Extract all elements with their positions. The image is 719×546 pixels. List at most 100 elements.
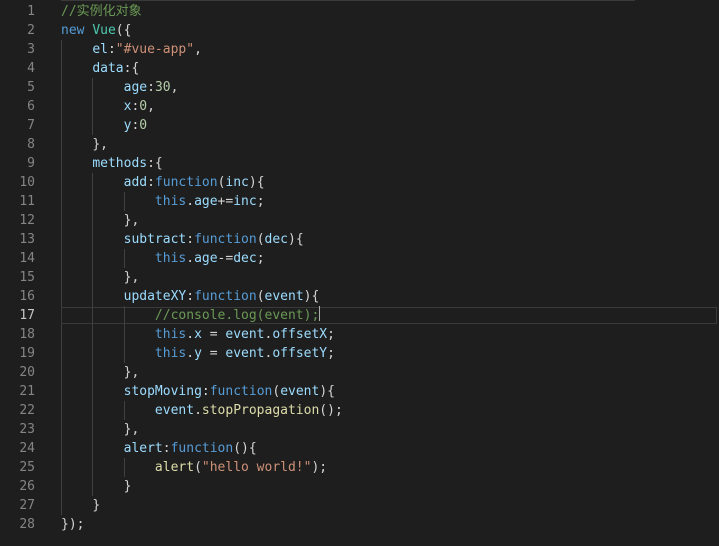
code-token: . <box>186 194 195 209</box>
code-line[interactable]: 25 alert("hello world!"); <box>0 458 719 477</box>
code-line[interactable]: 3 el:"#vue-app", <box>0 40 719 59</box>
code-token: y <box>194 346 202 361</box>
line-number: 4 <box>27 61 35 76</box>
code-line[interactable]: 2 new Vue({ <box>0 21 719 40</box>
code-text[interactable]: event.stopPropagation(); <box>61 401 343 420</box>
code-line[interactable]: 10 add:function(inc){ <box>0 173 719 192</box>
code-line[interactable]: 5 age:30, <box>0 78 719 97</box>
code-editor[interactable]: 1//实例化对象 2 new Vue({3 el:"#vue-app", 4 data… <box>0 0 719 546</box>
code-token: , <box>194 42 202 57</box>
code-line[interactable]: 23 }, <box>0 420 719 439</box>
code-token: ){ <box>319 384 335 399</box>
code-text[interactable]: methods:{ <box>61 154 162 173</box>
code-line[interactable]: 17 //console.log(event); <box>0 306 719 325</box>
code-text[interactable]: }, <box>61 420 140 439</box>
code-line[interactable]: 27 } <box>0 496 719 515</box>
line-number: 25 <box>19 460 35 475</box>
line-number: 8 <box>27 137 35 152</box>
code-line[interactable]: 4 data:{ <box>0 59 719 78</box>
code-text[interactable]: }, <box>61 363 140 382</box>
code-line[interactable]: 26 } <box>0 477 719 496</box>
code-token: ; <box>256 251 265 266</box>
code-token: function <box>194 289 257 304</box>
code-text[interactable]: alert:function(){ <box>61 439 257 458</box>
code-text[interactable]: y:0 <box>61 116 147 135</box>
code-line[interactable]: 8 }, <box>0 135 719 154</box>
code-line[interactable]: 22 event.stopPropagation(); <box>0 401 719 420</box>
code-token: : <box>107 42 116 57</box>
code-line[interactable]: 14 this.age-=dec; <box>0 249 719 268</box>
code-token: }, <box>123 365 140 380</box>
code-line[interactable]: 19 this.y = event.offsetY; <box>0 344 719 363</box>
code-lines[interactable]: 1//实例化对象 2 new Vue({3 el:"#vue-app", 4 data… <box>0 2 719 534</box>
code-text[interactable]: } <box>61 496 100 515</box>
code-line[interactable]: 1 //实例化对象 <box>0 2 719 21</box>
code-text[interactable]: }, <box>61 135 108 154</box>
code-token: this <box>154 327 187 342</box>
code-line[interactable]: 6 x:0, <box>0 97 719 116</box>
code-text[interactable]: } <box>61 477 132 496</box>
code-line[interactable]: 20 }, <box>0 363 719 382</box>
code-text[interactable]: alert("hello world!"); <box>61 458 327 477</box>
code-token: Vue <box>92 23 116 38</box>
code-text[interactable]: age:30, <box>61 78 179 97</box>
code-line[interactable]: 15 }, <box>0 268 719 287</box>
code-token: 30 <box>154 80 171 95</box>
code-token: function <box>154 175 218 190</box>
code-text[interactable]: add:function(inc){ <box>61 173 265 192</box>
code-token: :{ <box>123 61 140 76</box>
code-token: ){ <box>288 232 304 247</box>
code-token: ; <box>256 194 265 209</box>
code-text[interactable]: this.age+=inc; <box>61 192 265 211</box>
code-text[interactable]: subtract:function(dec){ <box>61 230 304 249</box>
code-line[interactable]: 21 stopMoving:function(event){ <box>0 382 719 401</box>
code-text[interactable]: this.x = event.offsetX; <box>61 325 335 344</box>
code-text[interactable]: updateXY:function(event){ <box>61 287 320 306</box>
code-token: : <box>147 175 155 190</box>
code-text[interactable]: this.y = event.offsetY; <box>61 344 335 363</box>
code-line[interactable]: 12 }, <box>0 211 719 230</box>
code-token: . <box>186 251 195 266</box>
code-text[interactable]: }); <box>61 515 84 534</box>
code-text[interactable]: new Vue({ <box>61 21 131 40</box>
code-token: age <box>194 251 218 266</box>
code-token: }, <box>123 270 140 285</box>
code-line[interactable]: 7 y:0 <box>0 116 719 135</box>
code-line[interactable]: 11 this.age+=inc; <box>0 192 719 211</box>
code-token: ); <box>311 460 328 475</box>
code-line[interactable]: 13 subtract:function(dec){ <box>0 230 719 249</box>
code-token: el <box>92 42 108 57</box>
code-text[interactable]: }, <box>61 268 140 287</box>
code-text[interactable]: x:0, <box>61 97 155 116</box>
code-line[interactable]: 24 alert:function(){ <box>0 439 719 458</box>
code-text[interactable]: stopMoving:function(event){ <box>61 382 335 401</box>
code-text[interactable]: data:{ <box>61 59 139 78</box>
code-token: inc <box>233 194 257 209</box>
code-line[interactable]: 9 methods:{ <box>0 154 719 173</box>
code-token: ( <box>194 460 202 475</box>
code-text[interactable]: this.age-=dec; <box>61 249 265 268</box>
code-token: , <box>147 99 155 114</box>
code-token: event <box>225 327 265 342</box>
line-number: 28 <box>19 517 35 532</box>
code-token: . <box>186 346 195 361</box>
code-text[interactable]: //实例化对象 <box>61 2 142 21</box>
code-line[interactable]: 16 updateXY:function(event){ <box>0 287 719 306</box>
code-line[interactable]: 18 this.x = event.offsetX; <box>0 325 719 344</box>
code-token: add <box>123 175 148 190</box>
code-token: : <box>201 384 210 399</box>
code-text[interactable]: }, <box>61 211 140 230</box>
code-token: inc <box>225 175 249 190</box>
line-number: 12 <box>19 213 35 228</box>
code-text[interactable]: el:"#vue-app", <box>61 40 202 59</box>
code-line[interactable]: 28}); <box>0 515 719 534</box>
code-text[interactable]: //console.log(event); <box>61 306 321 325</box>
